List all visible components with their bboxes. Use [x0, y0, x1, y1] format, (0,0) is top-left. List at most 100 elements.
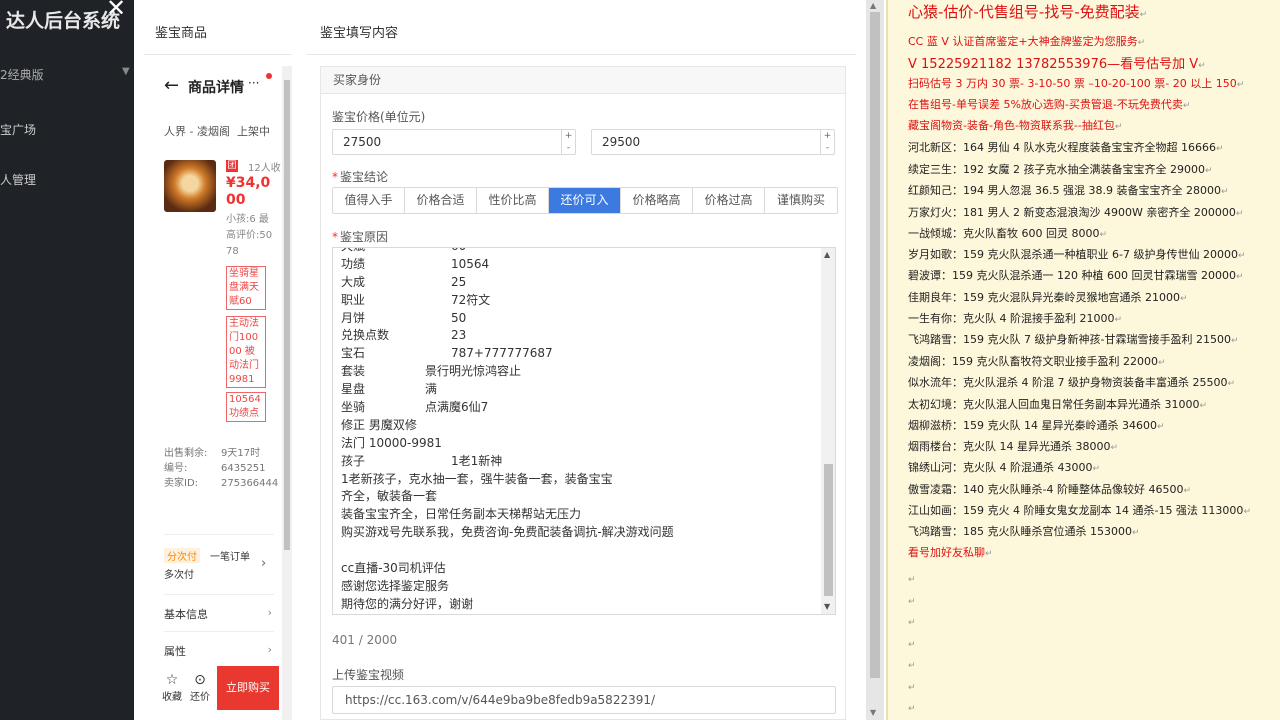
- nav-item-manage[interactable]: 人管理: [0, 171, 36, 188]
- number-stepper[interactable]: + -: [561, 130, 575, 154]
- reason-line: 法门 10000-9981: [341, 435, 442, 450]
- reason-line: 兑换点数 23: [341, 327, 817, 345]
- conclusion-option[interactable]: 价格略高: [621, 188, 693, 213]
- attributes-row[interactable]: 属性 ›: [164, 643, 274, 659]
- reason-line: 修正 男魔双修: [341, 417, 417, 432]
- paragraph-mark-icon: ↵: [908, 661, 916, 671]
- row-label: 属性: [164, 645, 186, 658]
- note-line: 江山如画：159 克火 4 阶睡女鬼女龙副本 14 通杀-15 强法 11300…: [908, 502, 1251, 518]
- dialog-scrollbar[interactable]: ▲ ▼: [866, 0, 884, 720]
- scroll-up-icon[interactable]: ▲: [824, 250, 830, 259]
- reason-label-text: 鉴宝原因: [340, 230, 389, 244]
- stat-row: 编号: 6435251: [164, 461, 282, 476]
- scrollbar-thumb[interactable]: [284, 80, 290, 550]
- scroll-up-icon[interactable]: ▲: [870, 1, 876, 10]
- note-line: 傲雪凌霜：140 克火队睡杀-4 阶睡整体品像较好 46500↵: [908, 481, 1191, 497]
- reason-key: 功绩: [341, 256, 366, 271]
- reason-value: 点满魔6仙7: [425, 400, 489, 415]
- scroll-down-icon[interactable]: ▼: [824, 602, 830, 611]
- note-text: 烟雨楼台：克火队 14 星异光通杀 38000: [908, 440, 1111, 453]
- close-icon[interactable]: ✕: [106, 0, 126, 20]
- note-line: 心猿-估价-代售组号-找号-免费配装↵: [908, 1, 1147, 22]
- number-stepper[interactable]: + -: [820, 130, 834, 154]
- required-mark: *: [332, 170, 338, 184]
- reason-key: 宝石: [341, 346, 366, 361]
- reason-line: 装备宝宝齐全，日常任务副本天梯帮站无压力: [341, 507, 582, 522]
- note-line: 岁月如歌：159 克火队混杀通一种植职业 6-7 级护身传世仙 20000↵: [908, 246, 1246, 262]
- scroll-down-icon[interactable]: ▼: [870, 708, 876, 717]
- reason-label: * 鉴宝原因: [332, 228, 388, 245]
- note-line: CC 蓝 V 认证首席鉴定+大神金牌鉴定为您服务↵: [908, 33, 1145, 49]
- note-text: 碧波谭：159 克火队混杀通一 120 种植 600 回灵甘霖瑞雪 20000: [908, 269, 1236, 282]
- note-text: 在售组号-单号误差 5%放心选购-买贵管退-不玩免费代卖: [908, 98, 1183, 111]
- note-line: 锦绣山河：克火队 4 阶混通杀 43000↵: [908, 459, 1100, 475]
- basic-info-row[interactable]: 基本信息 ›: [164, 606, 274, 622]
- conclusion-label-text: 鉴宝结论: [340, 170, 389, 184]
- price-min-value: 27500: [343, 135, 382, 149]
- paragraph-mark-icon: ↵: [1220, 187, 1229, 197]
- more-icon[interactable]: ···: [248, 76, 259, 90]
- chevron-down-icon: ▼: [122, 66, 130, 77]
- note-line: 飞鸿踏雪：185 克火队睡杀宫位通杀 153000↵: [908, 523, 1140, 539]
- video-url-input[interactable]: https://cc.163.com/v/644e9ba9be8fedb9a58…: [332, 686, 836, 714]
- reason-value: 满: [425, 382, 438, 397]
- product-column-header: 鉴宝商品: [155, 26, 208, 41]
- price-max-input[interactable]: 29500 + -: [591, 129, 835, 155]
- paragraph-mark-icon: ↵: [1199, 401, 1208, 411]
- back-arrow-icon[interactable]: ←: [164, 75, 179, 96]
- reason-value: 50: [451, 310, 467, 325]
- paragraph-mark-icon: ↵: [1092, 464, 1101, 474]
- notification-dot: [266, 73, 272, 79]
- reason-value: 景行明光惊鸿容止: [425, 364, 522, 379]
- version-select[interactable]: 2经典版: [0, 66, 44, 83]
- divider: [164, 534, 274, 535]
- note-text: 飞鸿踏雪：185 克火队睡杀宫位通杀 153000: [908, 525, 1132, 538]
- note-text: 一战倾城：克火队畜牧 600 回灵 8000: [908, 227, 1100, 240]
- reason-key: 坐骑: [341, 400, 366, 415]
- conclusion-option[interactable]: 价格过高: [693, 188, 765, 213]
- nav-item-square[interactable]: 宝广场: [0, 121, 36, 138]
- conclusion-option[interactable]: 值得入手: [333, 188, 405, 213]
- textarea-scrollbar[interactable]: ▲ ▼: [821, 248, 835, 614]
- buy-now-button[interactable]: 立即购买: [217, 666, 279, 710]
- reason-key: 孩子: [341, 453, 366, 468]
- conclusion-option[interactable]: 性价比高: [477, 188, 549, 213]
- product-price: ¥34,000: [226, 175, 271, 208]
- note-text: 心猿-估价-代售组号-找号-免费配装: [908, 3, 1140, 21]
- price-min-input[interactable]: 27500 + -: [332, 129, 576, 155]
- chevron-right-icon[interactable]: ›: [261, 556, 266, 571]
- coin-icon: ⊙: [194, 672, 206, 688]
- paragraph-mark-icon: ↵: [1235, 272, 1244, 282]
- reason-textarea[interactable]: 天赋60功绩10564大成25职业72符文月饼50兑换点数23宝石787+777…: [332, 247, 836, 615]
- divider: [164, 594, 274, 595]
- reason-line: 星盘 满: [341, 381, 817, 399]
- conclusion-option[interactable]: 价格合适: [405, 188, 477, 213]
- header-divider: [306, 54, 856, 55]
- bargain-label: 还价: [190, 692, 210, 703]
- favorite-button[interactable]: ☆ 收藏: [158, 672, 186, 703]
- scrollbar-thumb[interactable]: [870, 12, 880, 678]
- paragraph-mark-icon: ↵: [1114, 122, 1123, 132]
- paragraph-mark-icon: ↵: [985, 549, 993, 559]
- note-text: 藏宝阁物资-装备-角色-物资联系我--抽红包: [908, 119, 1115, 132]
- note-line: 河北新区：164 男仙 4 队水克火程度装备宝宝齐全物超 16666↵: [908, 139, 1224, 155]
- bargain-button[interactable]: ⊙ 还价: [186, 672, 214, 703]
- reason-line: cc直播-30司机评估: [341, 561, 446, 576]
- note-text: 凌烟阁：159 克火队畜牧符文职业接手盈利 22000: [908, 355, 1158, 368]
- note-line: 续定三生：192 女魔 2 孩子克水抽全满装备宝宝齐全 29000↵: [908, 161, 1213, 177]
- paragraph-mark-icon: ↵: [1131, 528, 1140, 538]
- reason-value: 25: [451, 274, 467, 289]
- note-line: 万家灯火：181 男人 2 新变态混浪淘沙 4900W 亲密齐全 200000↵: [908, 204, 1243, 220]
- reason-line: 感谢您选择鉴定服务: [341, 578, 450, 593]
- note-text: CC 蓝 V 认证首席鉴定+大神金牌鉴定为您服务: [908, 35, 1138, 48]
- paragraph-mark-icon: ↵: [1198, 61, 1206, 71]
- note-text: 扫码估号 3 万内 30 票- 3-10-50 票 –10-20-100 票- …: [908, 77, 1237, 90]
- scrollbar-thumb[interactable]: [824, 464, 833, 596]
- conclusion-option[interactable]: 还价可入: [549, 188, 621, 213]
- conclusion-button-group: 值得入手 价格合适 性价比高 还价可入 价格略高 价格过高 谨慎购买: [332, 187, 838, 214]
- conclusion-option[interactable]: 谨慎购买: [765, 188, 837, 213]
- preview-scrollbar[interactable]: [282, 66, 292, 720]
- paragraph-mark-icon: ↵: [908, 683, 916, 693]
- installment-text-2: 多次付: [164, 570, 194, 581]
- reason-line: 天赋60: [341, 248, 817, 256]
